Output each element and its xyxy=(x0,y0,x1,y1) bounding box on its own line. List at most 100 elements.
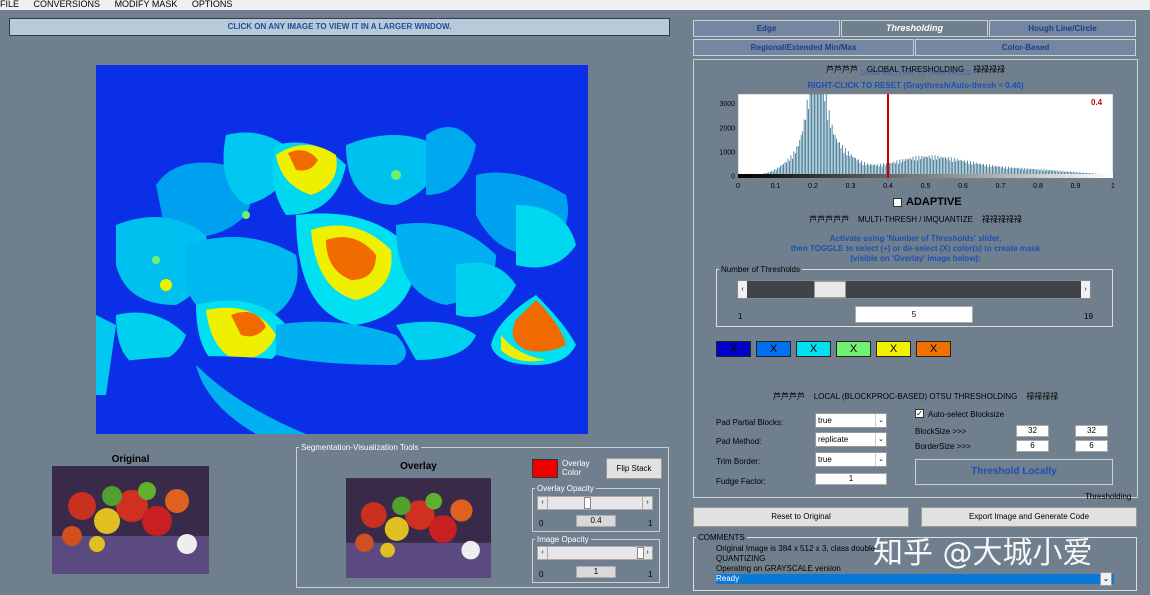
overlay-color-swatch[interactable] xyxy=(532,459,558,478)
original-label: Original xyxy=(111,454,150,465)
chevron-down-icon[interactable]: ⌄ xyxy=(1100,572,1112,586)
overlay-opacity-slider[interactable]: ‹ › xyxy=(537,496,653,510)
threshold-value-label: 0.4 xyxy=(1091,98,1103,107)
overlay-color-label: Overlay Color xyxy=(562,459,590,477)
original-thumbnail[interactable] xyxy=(52,466,209,574)
blocksize-field-1[interactable]: 32 xyxy=(1016,425,1049,437)
bordersize-label: BorderSize >>> xyxy=(915,442,971,451)
number-of-thresholds-slider[interactable]: ‹ › xyxy=(737,280,1091,299)
tab-thresholding[interactable]: Thresholding xyxy=(841,20,988,37)
image-opacity-value[interactable]: 1 xyxy=(576,566,616,578)
instruction-line: (visible on 'Overlay' image below): xyxy=(850,254,981,263)
overlay-opacity-max: 1 xyxy=(648,519,653,528)
bordersize-field-2[interactable]: 6 xyxy=(1075,440,1108,452)
image-opacity-max: 1 xyxy=(648,570,653,579)
multi-thresh-title: MULTI-THRESH / IMQUANTIZE xyxy=(858,215,973,224)
color-toggle-swatch[interactable]: X xyxy=(876,341,911,357)
chevron-right-icon[interactable]: › xyxy=(1081,281,1090,298)
flip-stack-button[interactable]: Flip Stack xyxy=(606,458,662,479)
chevron-left-icon[interactable]: ‹ xyxy=(538,497,548,509)
fudge-factor-field[interactable]: 1 xyxy=(815,473,887,485)
menu-options[interactable]: OPTIONS xyxy=(192,0,233,9)
trim-border-dropdown[interactable]: true ⌄ xyxy=(815,452,887,467)
chevron-down-icon[interactable]: ⌄ xyxy=(875,453,886,466)
comments-title: COMMENTS xyxy=(698,533,745,542)
histogram-y-tick: 2000 xyxy=(719,125,735,132)
chevron-left-icon[interactable]: ‹ xyxy=(538,547,548,559)
histogram-x-tick: 0.4 xyxy=(883,183,893,190)
histogram-plot[interactable]: 3000 2000 1000 0 0 0.1 0.2 0.3 0.4 0.5 0.6 0.7 0.8 0… xyxy=(705,92,1123,194)
adaptive-checkbox[interactable] xyxy=(893,198,902,207)
local-thresholding-header: 芦芦芦芦 LOCAL (BLOCKPROC-BASED) OTSU THRESH… xyxy=(693,391,1138,402)
panel-footer-label: Thresholding xyxy=(1085,492,1132,501)
histogram-x-tick: 0.6 xyxy=(958,183,968,190)
header-marks-left: 芦芦芦芦 xyxy=(772,392,805,401)
chevron-down-icon[interactable]: ⌄ xyxy=(875,414,886,427)
overlay-opacity-title: Overlay Opacity xyxy=(537,484,594,493)
blocksize-field-2[interactable]: 32 xyxy=(1075,425,1108,437)
menu-file[interactable]: FILE xyxy=(0,0,19,9)
threshold-locally-button[interactable]: Threshold Locally xyxy=(915,459,1113,485)
color-toggle-swatch[interactable]: X xyxy=(836,341,871,357)
color-swatch-row: XXXXXX xyxy=(716,341,956,359)
export-image-button[interactable]: Export Image and Generate Code xyxy=(921,507,1137,527)
color-toggle-swatch[interactable]: X xyxy=(716,341,751,357)
instruction-line: then TOGGLE to select (+) or de-select (… xyxy=(790,244,1041,253)
histogram-x-tick: 0.9 xyxy=(1071,183,1081,190)
tab-regional-extended-minmax[interactable]: Regional/Extended Min/Max xyxy=(693,39,914,56)
tab-edge[interactable]: Edge xyxy=(693,20,840,37)
chevron-right-icon[interactable]: › xyxy=(642,497,652,509)
overlay-thumbnail[interactable] xyxy=(346,474,491,582)
overlay-opacity-value[interactable]: 0.4 xyxy=(576,515,616,527)
color-toggle-swatch[interactable]: X xyxy=(796,341,831,357)
main-quantized-image[interactable] xyxy=(96,65,588,434)
image-opacity-thumb[interactable] xyxy=(637,547,644,559)
histogram-x-tick: 0.7 xyxy=(996,183,1006,190)
thresholds-value-field[interactable]: 5 xyxy=(855,306,973,323)
menu-modify-mask[interactable]: MODIFY MASK xyxy=(115,0,178,9)
histogram-x-tick: 0 xyxy=(736,183,740,190)
histogram-y-tick: 3000 xyxy=(719,101,735,108)
instruction-line: Activate using 'Number of Thresholds' sl… xyxy=(829,234,1002,243)
image-opacity-slider[interactable]: ‹ › xyxy=(537,546,653,560)
color-toggle-swatch[interactable]: X xyxy=(756,341,791,357)
chevron-left-icon[interactable]: ‹ xyxy=(738,281,747,298)
menu-bar: FILE CONVERSIONS MODIFY MASK OPTIONS xyxy=(0,0,1150,10)
drag-red-line-hint: DRAG RED LINE TO THRESHOLD xyxy=(860,70,971,76)
pad-partial-dropdown[interactable]: true ⌄ xyxy=(815,413,887,428)
histogram-x-tick: 1 xyxy=(1111,183,1115,190)
comment-line-selected[interactable]: Ready xyxy=(716,574,1114,584)
multi-thresh-header: 芦芦芦芦芦 MULTI-THRESH / IMQUANTIZE 禄禄禄禄禄 xyxy=(693,214,1138,225)
menu-conversions[interactable]: CONVERSIONS xyxy=(34,0,101,9)
header-marks-left: 芦芦芦芦芦 xyxy=(809,215,850,224)
histogram-x-tick: 0.2 xyxy=(808,183,818,190)
auto-select-checkbox[interactable]: ✓ xyxy=(915,409,924,418)
overlay-opacity-thumb[interactable] xyxy=(583,497,591,509)
reset-to-original-button[interactable]: Reset to Original xyxy=(693,507,909,527)
pad-partial-label: Pad Partial Blocks: xyxy=(716,418,784,427)
overlay-label: Overlay xyxy=(400,461,437,472)
blocksize-label: BlockSize >>> xyxy=(915,427,967,436)
pad-partial-value: true xyxy=(818,416,832,425)
pad-method-dropdown[interactable]: replicate ⌄ xyxy=(815,432,887,447)
number-of-thresholds-title: Number of Thresholds xyxy=(721,265,800,274)
tab-color-based[interactable]: Color-Based xyxy=(915,39,1136,56)
histogram-y-tick: 0 xyxy=(731,174,735,181)
histogram-x-tick: 0.1 xyxy=(771,183,781,190)
trim-border-label: Trim Border: xyxy=(716,457,761,466)
number-of-thresholds-thumb[interactable] xyxy=(814,281,847,298)
tab-hough-line-circle[interactable]: Hough Line/Circle xyxy=(989,20,1136,37)
trim-border-value: true xyxy=(818,455,832,464)
adaptive-label: ADAPTIVE xyxy=(906,196,962,208)
fudge-factor-label: Fudge Factor: xyxy=(716,477,766,486)
pad-method-label: Pad Method: xyxy=(716,437,762,446)
multi-thresh-instructions: Activate using 'Number of Thresholds' sl… xyxy=(693,234,1138,264)
thresholds-min: 1 xyxy=(738,312,743,321)
pad-method-value: replicate xyxy=(818,435,849,444)
segmentation-visualization-title: Segmentation-Visualization Tools xyxy=(301,443,419,452)
header-marks-right: 禄禄禄禄 xyxy=(1026,392,1059,401)
histogram-x-tick: 0.8 xyxy=(1033,183,1043,190)
color-toggle-swatch[interactable]: X xyxy=(916,341,951,357)
chevron-down-icon[interactable]: ⌄ xyxy=(875,433,886,446)
bordersize-field-1[interactable]: 6 xyxy=(1016,440,1049,452)
